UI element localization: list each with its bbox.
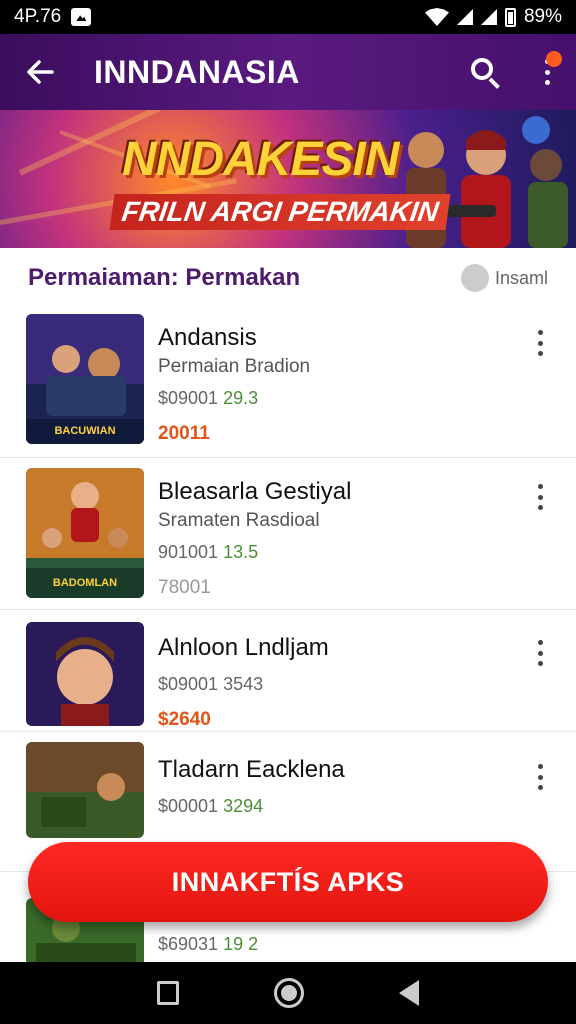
app-price: $2640 [158,709,211,730]
banner-subtitle: FRILN ARGI PERMAKIN [109,194,451,230]
more-vert-dot [537,494,543,500]
signal-icon [456,9,473,25]
meta-rating: 3294 [223,796,264,816]
meta-prefix: $09001 [158,388,219,408]
app-bar: INNDANASIA [0,34,576,110]
arrow-left-icon [27,60,54,84]
meta-prefix: $09001 [158,674,219,694]
gallery-notification-icon [71,8,92,26]
list-item[interactable]: BACUWIAN Andansis Permaian Bradion $0900… [0,308,576,458]
more-vert-dot [537,340,543,346]
app-name: Andansis [158,324,257,351]
status-bar: 4P.76 89% [0,0,576,34]
app-thumbnail: BACUWIAN [26,314,144,444]
app-meta: $00001 3294 [158,796,345,817]
more-options-button[interactable] [540,51,562,89]
section-header: Permaiaman: Permakan Insaml [0,248,576,308]
app-name: Tladarn Eacklena [158,756,345,783]
battery-percent: 89% [523,6,562,27]
more-vert-icon [537,330,543,335]
install-button[interactable]: INNAKFTÍS APKS [28,842,548,922]
list-item[interactable]: BADOMLAN Bleasarla Gestiyal Sramaten Ras… [0,458,576,610]
app-thumbnail: BADOMLAN [26,468,144,598]
more-vert-dot [537,785,543,790]
more-vert-dot [537,505,543,510]
meta-prefix: $69031 [158,934,219,954]
item-menu-button[interactable] [534,640,546,666]
meta-rating: 3543 [223,674,264,694]
promo-banner[interactable]: NNDAKESIN FRILN ARGI PERMAKIN [0,110,576,248]
app-name: Bleasarla Gestiyal [158,478,352,505]
app-subtitle: Permaian Bradion [158,356,311,377]
more-vert-dot [544,69,550,75]
meta-rating: 19 2 [223,934,259,954]
item-menu-button[interactable] [534,484,546,510]
more-vert-dot [537,774,543,780]
app-price: 78001 [158,577,211,598]
more-vert-dot [537,661,543,666]
svg-text:BADOMLAN: BADOMLAN [53,577,117,589]
item-menu-button[interactable] [534,764,546,790]
back-triangle-icon[interactable] [398,980,419,1006]
more-vert-icon [537,484,543,489]
app-meta: $69031 19 2 [158,934,258,955]
section-action-button[interactable]: Insaml [460,264,548,292]
item-menu-button[interactable] [534,330,546,356]
recents-icon[interactable] [157,981,180,1005]
meta-rating: 13.5 [223,542,259,562]
section-action-label: Insaml [494,267,548,288]
more-vert-icon [537,764,543,769]
app-thumbnail [26,622,144,726]
app-title: INNDANASIA [94,53,300,90]
app-meta: $09001 3543 [158,674,329,695]
back-button[interactable] [22,54,58,90]
signal-icon-2 [480,9,497,25]
status-time: 4P.76 [14,6,62,27]
app-price: 20011 [158,423,210,444]
more-vert-icon [537,640,543,645]
notification-badge [546,51,562,67]
meta-prefix: 901001 [158,542,219,562]
battery-icon [504,7,516,27]
system-nav-bar [0,962,576,1024]
app-thumbnail [26,742,144,838]
wifi-icon [424,8,449,26]
toggle-circle-icon [460,264,489,292]
app-meta: $09001 29.3 [158,388,310,409]
meta-rating: 29.3 [223,388,259,408]
search-icon [471,58,493,80]
section-title: Permaiaman: Permakan [28,264,301,291]
svg-text:BACUWIAN: BACUWIAN [54,425,115,437]
search-button[interactable] [468,55,502,89]
more-vert-dot [544,80,550,85]
more-vert-dot [537,351,543,356]
app-meta: 901001 13.5 [158,542,351,563]
banner-title: NNDAKESIN [122,133,399,186]
home-icon[interactable] [273,978,304,1008]
more-vert-dot [537,650,543,656]
app-name: Alnloon Lndljam [158,634,329,661]
meta-prefix: $00001 [158,796,219,816]
app-subtitle: Sramaten Rasdioal [158,510,320,531]
list-item[interactable]: Alnloon Lndljam $09001 3543 $2640 [0,610,576,732]
search-icon-handle [488,77,500,89]
